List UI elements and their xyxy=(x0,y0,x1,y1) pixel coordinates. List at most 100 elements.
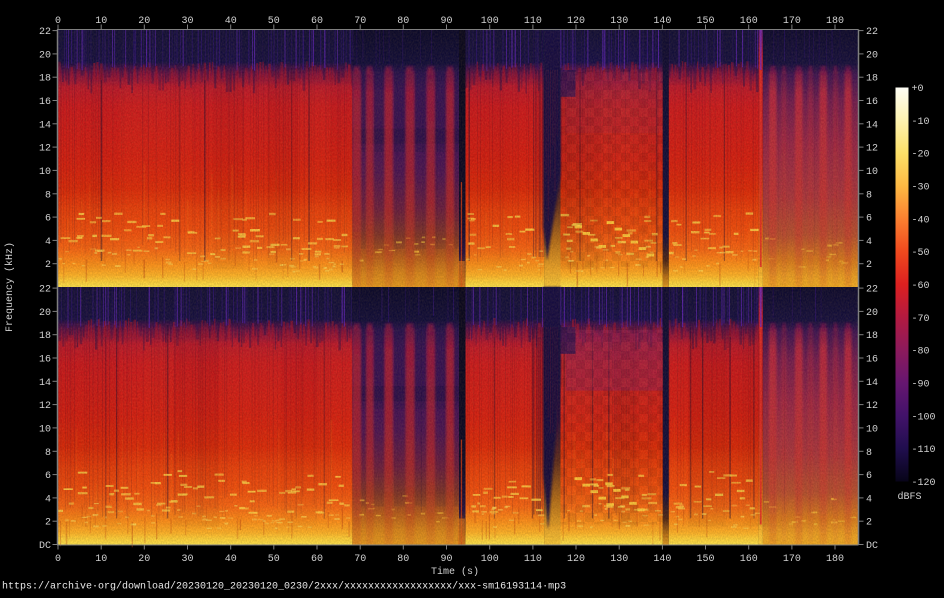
svg-text:10: 10 xyxy=(866,167,878,178)
svg-text:150: 150 xyxy=(696,554,714,565)
svg-text:120: 120 xyxy=(567,16,585,27)
svg-text:16: 16 xyxy=(39,355,51,366)
svg-text:22: 22 xyxy=(866,285,878,296)
svg-text:60: 60 xyxy=(311,16,323,27)
svg-text:2: 2 xyxy=(45,260,51,271)
svg-text:120: 120 xyxy=(567,554,585,565)
svg-text:14: 14 xyxy=(39,120,51,131)
svg-text:22: 22 xyxy=(866,27,878,38)
svg-text:180: 180 xyxy=(826,16,844,27)
svg-text:170: 170 xyxy=(783,554,801,565)
svg-text:DC: DC xyxy=(39,541,51,552)
svg-text:18: 18 xyxy=(866,74,878,85)
svg-text:4: 4 xyxy=(45,494,51,505)
svg-text:0: 0 xyxy=(55,16,61,27)
svg-text:40: 40 xyxy=(225,16,237,27)
svg-text:2: 2 xyxy=(866,518,872,529)
svg-text:14: 14 xyxy=(866,378,878,389)
svg-text:18: 18 xyxy=(866,331,878,342)
svg-text:50: 50 xyxy=(268,554,280,565)
svg-text:8: 8 xyxy=(45,190,51,201)
svg-text:20: 20 xyxy=(39,308,51,319)
svg-text:20: 20 xyxy=(39,50,51,61)
svg-text:2: 2 xyxy=(45,518,51,529)
svg-text:8: 8 xyxy=(45,448,51,459)
svg-text:170: 170 xyxy=(783,16,801,27)
svg-text:Frequency (kHz): Frequency (kHz) xyxy=(4,242,16,332)
svg-text:18: 18 xyxy=(39,331,51,342)
svg-text:80: 80 xyxy=(397,554,409,565)
svg-text:130: 130 xyxy=(610,554,628,565)
svg-text:-30: -30 xyxy=(912,183,930,194)
svg-text:100: 100 xyxy=(481,554,499,565)
svg-text:6: 6 xyxy=(866,471,872,482)
svg-text:22: 22 xyxy=(39,285,51,296)
svg-text:4: 4 xyxy=(45,237,51,248)
svg-text:-20: -20 xyxy=(912,150,930,161)
svg-text:6: 6 xyxy=(866,214,872,225)
svg-text:4: 4 xyxy=(866,237,872,248)
svg-text:20: 20 xyxy=(866,308,878,319)
svg-text:180: 180 xyxy=(826,554,844,565)
svg-text:4: 4 xyxy=(866,494,872,505)
svg-text:30: 30 xyxy=(181,554,193,565)
svg-text:110: 110 xyxy=(524,554,542,565)
svg-text:90: 90 xyxy=(440,554,452,565)
svg-text:140: 140 xyxy=(653,554,671,565)
svg-text:dBFS: dBFS xyxy=(898,491,922,503)
svg-text:140: 140 xyxy=(653,16,671,27)
svg-text:16: 16 xyxy=(39,97,51,108)
svg-text:-10: -10 xyxy=(912,117,930,128)
svg-text:90: 90 xyxy=(440,16,452,27)
svg-text:20: 20 xyxy=(138,554,150,565)
svg-text:12: 12 xyxy=(39,144,51,155)
svg-text:10: 10 xyxy=(95,554,107,565)
svg-text:12: 12 xyxy=(39,401,51,412)
svg-text:150: 150 xyxy=(696,16,714,27)
svg-text:70: 70 xyxy=(354,16,366,27)
svg-text:-110: -110 xyxy=(912,445,936,456)
svg-text:-100: -100 xyxy=(912,412,936,423)
svg-text:160: 160 xyxy=(740,554,758,565)
svg-text:-50: -50 xyxy=(912,248,930,259)
svg-text:DC: DC xyxy=(866,541,878,552)
svg-text:10: 10 xyxy=(866,424,878,435)
svg-text:20: 20 xyxy=(138,16,150,27)
svg-text:18: 18 xyxy=(39,74,51,85)
svg-text:+0: +0 xyxy=(912,84,924,95)
svg-text:60: 60 xyxy=(311,554,323,565)
svg-text:30: 30 xyxy=(181,16,193,27)
svg-text:6: 6 xyxy=(45,214,51,225)
svg-text:-90: -90 xyxy=(912,380,930,391)
svg-text:12: 12 xyxy=(866,144,878,155)
svg-text:130: 130 xyxy=(610,16,628,27)
svg-text:0: 0 xyxy=(55,554,61,565)
svg-text:14: 14 xyxy=(39,378,51,389)
svg-text:6: 6 xyxy=(45,471,51,482)
svg-text:Time (s): Time (s) xyxy=(431,566,479,578)
svg-text:50: 50 xyxy=(268,16,280,27)
svg-text:-40: -40 xyxy=(912,215,930,226)
svg-text:-80: -80 xyxy=(912,347,930,358)
svg-text:160: 160 xyxy=(740,16,758,27)
svg-text:8: 8 xyxy=(866,190,872,201)
svg-text:100: 100 xyxy=(481,16,499,27)
svg-text:40: 40 xyxy=(225,554,237,565)
svg-text:10: 10 xyxy=(95,16,107,27)
svg-text:https://archive·org/download/2: https://archive·org/download/20230120_20… xyxy=(2,581,566,593)
svg-text:70: 70 xyxy=(354,554,366,565)
svg-text:12: 12 xyxy=(866,401,878,412)
svg-text:10: 10 xyxy=(39,167,51,178)
svg-text:-70: -70 xyxy=(912,314,930,325)
svg-text:80: 80 xyxy=(397,16,409,27)
svg-text:22: 22 xyxy=(39,27,51,38)
svg-text:10: 10 xyxy=(39,424,51,435)
svg-text:16: 16 xyxy=(866,97,878,108)
svg-text:110: 110 xyxy=(524,16,542,27)
svg-text:16: 16 xyxy=(866,355,878,366)
svg-text:14: 14 xyxy=(866,120,878,131)
svg-text:20: 20 xyxy=(866,50,878,61)
svg-text:-120: -120 xyxy=(912,478,936,489)
svg-text:8: 8 xyxy=(866,448,872,459)
svg-text:-60: -60 xyxy=(912,281,930,292)
